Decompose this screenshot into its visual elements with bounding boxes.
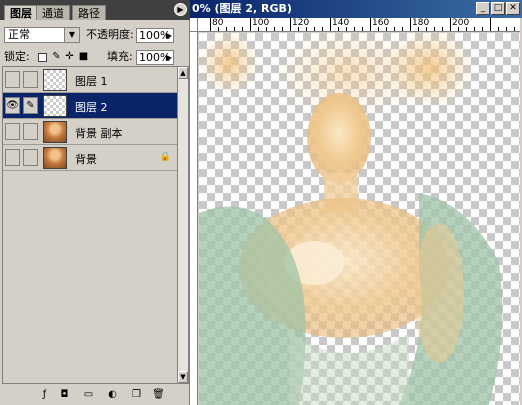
tab-channels[interactable]: 通道 xyxy=(36,5,70,20)
link-toggle[interactable] xyxy=(23,71,38,88)
ruler-tick xyxy=(234,27,235,31)
layer-row[interactable]: 图层 1 xyxy=(3,67,177,93)
ruler-label: 120 xyxy=(292,18,310,28)
close-icon[interactable]: ✕ xyxy=(506,2,520,15)
layer-name: 图层 1 xyxy=(75,75,108,88)
ruler-tick xyxy=(370,18,371,31)
ruler-tick xyxy=(250,18,251,31)
trash-icon[interactable]: 🗑 xyxy=(152,388,165,401)
ruler-tick xyxy=(394,27,395,31)
fill-field[interactable]: 100% ▶ xyxy=(136,50,174,65)
ruler-tick xyxy=(210,18,211,31)
scroll-up-icon[interactable]: ▲ xyxy=(178,67,188,79)
ruler-label: 80 xyxy=(212,18,224,28)
layer-list-scrollbar[interactable]: ▲ ▼ xyxy=(177,66,189,384)
ruler-tick xyxy=(314,27,315,31)
ruler-tick xyxy=(282,27,283,31)
layers-palette: 图层 通道 路径 ▶ 正常 ▼ 不透明度: 100% ▶ 锁定: ✎ ✛ ■ 填… xyxy=(0,0,190,405)
lock-all-icon[interactable]: ■ xyxy=(78,51,89,62)
triangle-right-icon: ▶ xyxy=(165,53,172,62)
fill-label: 填充: xyxy=(107,50,133,63)
ruler-tick xyxy=(506,27,507,31)
ruler-tick xyxy=(402,27,403,31)
layer-row[interactable]: 背景 副本 xyxy=(3,119,177,145)
visibility-toggle[interactable] xyxy=(5,123,20,140)
layer-style-icon[interactable]: ƒ xyxy=(38,388,51,401)
ruler-tick xyxy=(514,27,515,31)
scroll-down-icon[interactable]: ▼ xyxy=(178,371,188,383)
ruler-tick xyxy=(362,27,363,31)
lock-transparency-icon[interactable] xyxy=(38,53,47,62)
ruler-tick xyxy=(490,18,491,31)
document-title-bar[interactable]: 0% (图层 2, RGB) _ □ ✕ xyxy=(190,0,522,18)
ruler-tick xyxy=(482,27,483,31)
ruler-label: 180 xyxy=(412,18,430,28)
ruler-tick xyxy=(434,27,435,31)
document-canvas[interactable] xyxy=(199,33,520,405)
blend-mode-value: 正常 xyxy=(8,28,30,41)
document-window: 0% (图层 2, RGB) _ □ ✕ 80 100 120 140 160 180 20… xyxy=(190,0,522,405)
opacity-label: 不透明度: xyxy=(86,28,134,41)
horizontal-ruler[interactable]: 80 100 120 140 160 180 200 xyxy=(198,18,520,32)
opacity-field[interactable]: 100% ▶ xyxy=(136,28,174,43)
ruler-label: 200 xyxy=(452,18,470,28)
ruler-tick xyxy=(410,18,411,31)
ruler-tick xyxy=(322,27,323,31)
tab-paths[interactable]: 路径 xyxy=(72,5,106,20)
ruler-tick xyxy=(498,27,499,31)
new-layer-icon[interactable]: ❐ xyxy=(130,388,143,401)
blend-mode-select[interactable]: 正常 ▼ xyxy=(4,27,80,43)
layer-row[interactable]: 背景 🔒 xyxy=(3,145,177,171)
lock-move-icon[interactable]: ✛ xyxy=(64,51,75,62)
document-title: 0% (图层 2, RGB) xyxy=(192,2,292,15)
lock-row: 锁定: ✎ ✛ ■ 填充: 100% ▶ xyxy=(0,48,190,66)
visibility-toggle[interactable] xyxy=(5,71,20,88)
blend-row: 正常 ▼ 不透明度: 100% ▶ xyxy=(0,25,190,45)
link-toggle[interactable] xyxy=(23,149,38,166)
tab-layers[interactable]: 图层 xyxy=(4,5,38,20)
adjustment-layer-icon[interactable]: ◐ xyxy=(106,388,119,401)
ruler-label: 160 xyxy=(372,18,390,28)
ruler-label: 100 xyxy=(252,18,270,28)
ruler-tick xyxy=(226,27,227,31)
minimize-icon[interactable]: _ xyxy=(476,2,490,15)
ruler-tick xyxy=(450,18,451,31)
layer-thumbnail xyxy=(43,147,67,169)
palette-menu-arrow-icon[interactable]: ▶ xyxy=(174,3,187,16)
layer-row-selected[interactable]: 👁 ✎ 图层 2 xyxy=(3,93,177,119)
ruler-tick xyxy=(242,27,243,31)
layer-thumbnail xyxy=(43,69,67,91)
lock-icon: 🔒 xyxy=(159,152,171,162)
layer-artwork xyxy=(199,33,503,405)
layer-name: 背景 副本 xyxy=(75,127,123,140)
lock-brush-icon[interactable]: ✎ xyxy=(51,51,62,62)
ruler-label: 140 xyxy=(332,18,350,28)
layer-list: 图层 1 👁 ✎ 图层 2 背景 副本 背景 🔒 ▲ ▼ xyxy=(2,66,189,384)
layer-thumbnail xyxy=(43,95,67,117)
ruler-origin[interactable] xyxy=(190,18,198,32)
ruler-tick xyxy=(330,18,331,31)
ruler-tick xyxy=(274,27,275,31)
palette-bottom-bar: ƒ ◘ ▭ ◐ ❐ 🗑 xyxy=(0,386,190,405)
lock-label: 锁定: xyxy=(4,50,30,63)
chevron-down-icon: ▼ xyxy=(64,28,79,42)
ruler-tick xyxy=(442,27,443,31)
eye-icon[interactable]: 👁 xyxy=(5,97,20,114)
vertical-ruler[interactable] xyxy=(190,32,198,405)
layer-name: 图层 2 xyxy=(75,101,108,114)
layer-name: 背景 xyxy=(75,153,97,166)
ruler-tick xyxy=(354,27,355,31)
maximize-icon[interactable]: □ xyxy=(491,2,505,15)
ruler-tick xyxy=(290,18,291,31)
add-mask-icon[interactable]: ◘ xyxy=(58,388,71,401)
brush-icon[interactable]: ✎ xyxy=(23,97,38,114)
palette-tab-bar: 图层 通道 路径 ▶ xyxy=(0,0,190,20)
visibility-toggle[interactable] xyxy=(5,149,20,166)
triangle-right-icon: ▶ xyxy=(165,31,172,40)
new-group-icon[interactable]: ▭ xyxy=(82,388,95,401)
ruler-tick xyxy=(474,27,475,31)
link-toggle[interactable] xyxy=(23,123,38,140)
layer-thumbnail xyxy=(43,121,67,143)
